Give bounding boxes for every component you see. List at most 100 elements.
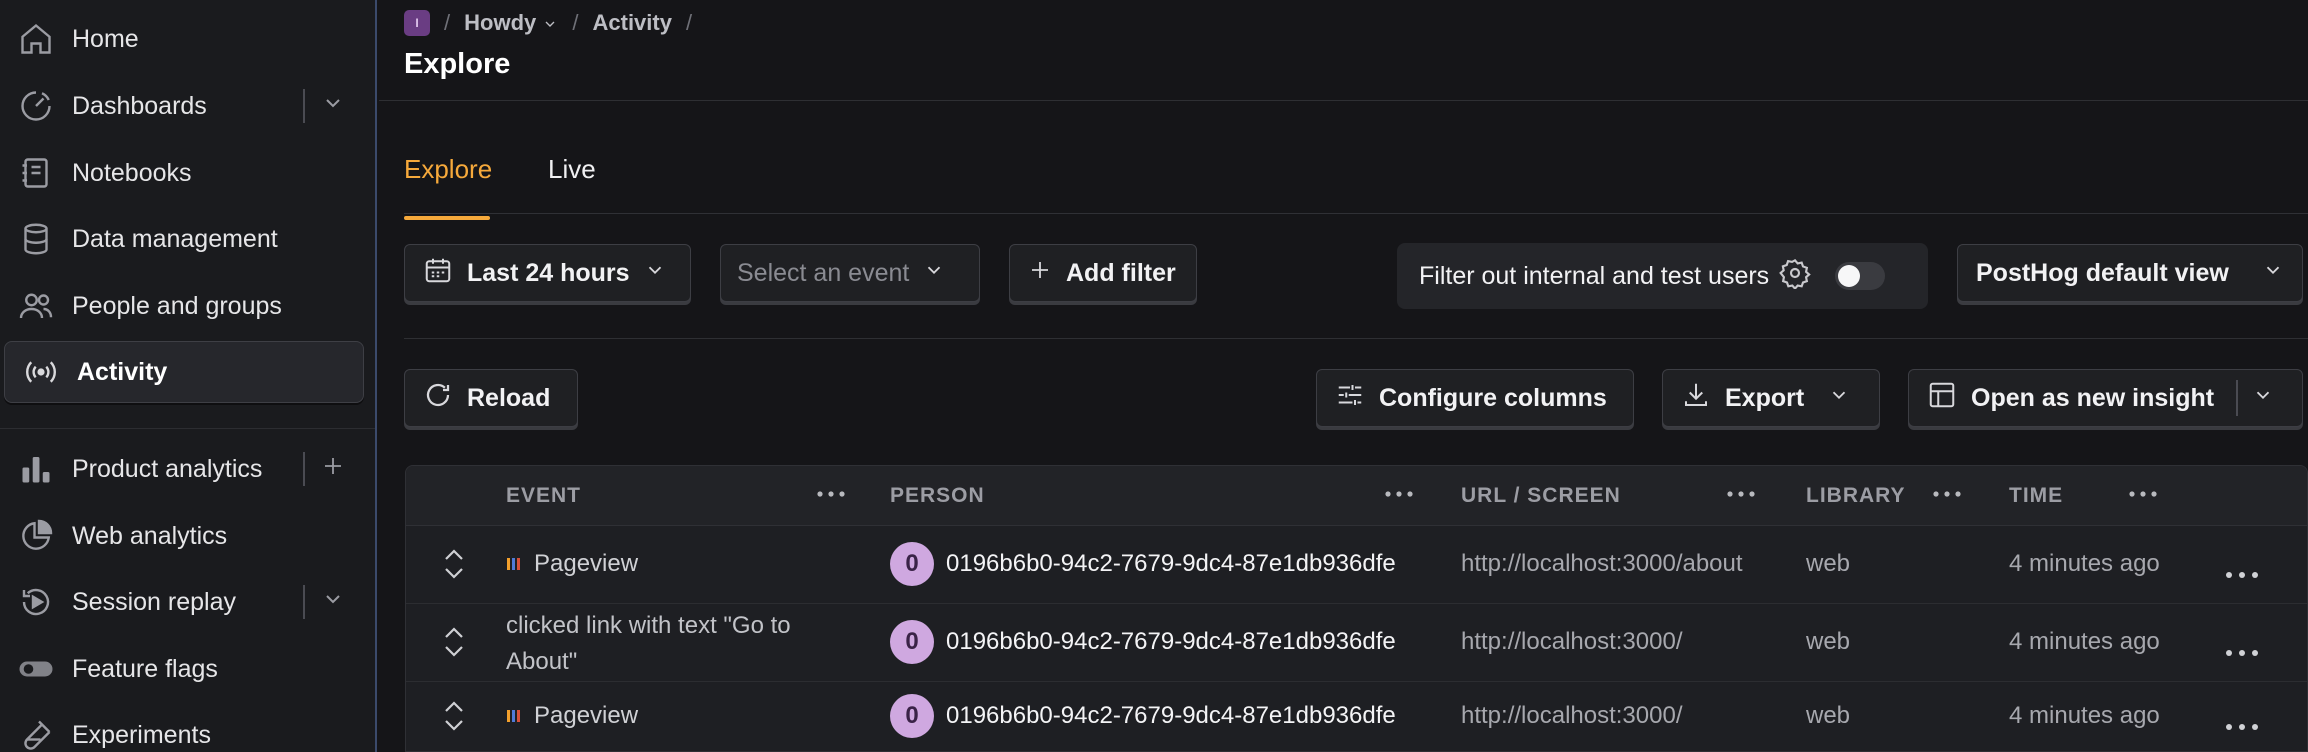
sidebar-item-label: Dashboards	[72, 91, 207, 120]
replay-icon	[16, 582, 56, 622]
sidebar-item-notebooks[interactable]: Notebooks	[0, 142, 365, 204]
export-button[interactable]: Export	[1662, 369, 1880, 427]
add-filter-button[interactable]: Add filter	[1009, 244, 1197, 302]
breadcrumb-project-label: Howdy	[464, 10, 537, 35]
date-range-select[interactable]: Last 24 hours	[404, 244, 691, 302]
sidebar-item-dashboards[interactable]: Dashboards	[0, 75, 365, 137]
row-menu-icon[interactable]	[2224, 559, 2260, 587]
event-select-placeholder: Select an event	[737, 258, 910, 287]
avatar: 0	[890, 620, 934, 664]
sidebar-item-session-replay[interactable]: Session replay	[0, 571, 365, 633]
divider	[303, 452, 305, 486]
table-row[interactable]: Pageview 0 0196b6b0-94c2-7679-9dc4-87e1d…	[406, 682, 2307, 751]
sidebar-item-label: Home	[72, 24, 139, 53]
sidebar-item-product-analytics[interactable]: Product analytics	[0, 438, 365, 500]
column-header-library[interactable]: LIBRARY	[1806, 484, 1906, 508]
configure-columns-button[interactable]: Configure columns	[1316, 369, 1634, 427]
url-cell: http://localhost:3000/about	[1461, 550, 1743, 577]
event-cell: Pageview	[506, 550, 638, 578]
divider	[303, 585, 305, 619]
table-row[interactable]: Pageview 0 0196b6b0-94c2-7679-9dc4-87e1d…	[406, 526, 2307, 604]
breadcrumb-separator: /	[685, 10, 693, 35]
library-cell: web	[1806, 702, 1851, 729]
column-header-time[interactable]: TIME	[2009, 484, 2063, 508]
row-menu-icon[interactable]	[2224, 637, 2260, 665]
sidebar-item-experiments[interactable]: Experiments	[0, 704, 365, 752]
sidebar-item-web-analytics[interactable]: Web analytics	[0, 505, 365, 567]
column-header-event[interactable]: EVENT	[506, 484, 581, 508]
internal-users-toggle[interactable]	[1835, 262, 1886, 290]
events-table: EVENT PERSON URL / SCREEN LIBRARY TIME P…	[405, 465, 2308, 752]
chevron-down-icon[interactable]	[2252, 384, 2274, 413]
column-header-url[interactable]: URL / SCREEN	[1461, 484, 1621, 508]
sidebar-item-label: Experiments	[72, 720, 211, 749]
app-root: Home Dashboards Notebooks Data managemen…	[0, 0, 2308, 752]
person-id: 0196b6b0-94c2-7679-9dc4-87e1db936dfe	[946, 628, 1396, 655]
breadcrumb-separator: /	[572, 10, 579, 35]
url-cell: http://localhost:3000/	[1461, 628, 1683, 655]
sidebar-item-activity[interactable]: Activity	[4, 341, 364, 403]
filters-divider	[404, 338, 2308, 339]
sidebar-item-people[interactable]: People and groups	[0, 275, 365, 337]
sidebar-item-label: Data management	[72, 224, 278, 253]
chevron-down-icon[interactable]	[321, 91, 345, 122]
sliders-icon	[1335, 380, 1365, 417]
tab-explore[interactable]: Explore	[404, 154, 492, 220]
library-cell: web	[1806, 628, 1851, 655]
dashboard-icon	[16, 86, 56, 126]
event-select[interactable]: Select an event	[720, 244, 980, 302]
tab-active-indicator	[404, 216, 490, 220]
column-menu-icon[interactable]	[2126, 480, 2160, 513]
table-row[interactable]: clicked link with text "Go to About" 0 0…	[406, 604, 2307, 682]
chevron-down-icon[interactable]	[321, 587, 345, 618]
sidebar-item-label: Activity	[77, 357, 168, 386]
sidebar-item-feature-flags[interactable]: Feature flags	[0, 638, 365, 700]
view-select[interactable]: PostHog default view	[1957, 244, 2303, 302]
column-menu-icon[interactable]	[1930, 480, 1964, 513]
column-menu-icon[interactable]	[814, 480, 848, 513]
person-cell[interactable]: 0 0196b6b0-94c2-7679-9dc4-87e1db936dfe	[890, 620, 1396, 664]
reload-label: Reload	[467, 383, 551, 412]
library-cell: web	[1806, 550, 1851, 577]
breadcrumb-project[interactable]: Howdy	[464, 10, 558, 36]
plus-icon	[1028, 258, 1052, 289]
row-menu-icon[interactable]	[2224, 711, 2260, 739]
person-cell[interactable]: 0 0196b6b0-94c2-7679-9dc4-87e1db936dfe	[890, 694, 1396, 738]
avatar: 0	[890, 542, 934, 586]
reload-button[interactable]: Reload	[404, 369, 578, 427]
expand-row-icon[interactable]	[441, 544, 467, 591]
event-cell: Pageview	[506, 702, 638, 730]
flask-icon	[16, 715, 56, 752]
breadcrumb: I / Howdy / Activity /	[404, 8, 692, 38]
project-badge[interactable]: I	[404, 10, 430, 36]
page-title: Explore	[404, 48, 511, 80]
pageview-icon	[507, 710, 520, 722]
chevron-down-icon	[923, 259, 945, 288]
gear-icon[interactable]	[1779, 257, 1811, 296]
chevron-down-icon	[542, 10, 558, 35]
tab-bar: Explore Live	[404, 140, 2308, 220]
home-icon	[16, 19, 56, 59]
expand-row-icon[interactable]	[441, 696, 467, 743]
divider	[303, 89, 305, 123]
event-name: Pageview	[534, 550, 639, 577]
column-header-person[interactable]: PERSON	[890, 484, 985, 508]
breadcrumb-activity[interactable]: Activity	[593, 10, 672, 36]
sidebar-item-home[interactable]: Home	[0, 8, 365, 70]
plus-icon[interactable]	[321, 454, 345, 485]
sidebar-divider	[0, 428, 375, 429]
pageview-icon	[507, 558, 520, 570]
expand-row-icon[interactable]	[441, 622, 467, 669]
column-menu-icon[interactable]	[1382, 480, 1416, 513]
tab-live[interactable]: Live	[548, 154, 596, 185]
notebook-icon	[16, 153, 56, 193]
download-icon	[1681, 380, 1711, 417]
sidebar-item-data-management[interactable]: Data management	[0, 208, 365, 270]
table-header: EVENT PERSON URL / SCREEN LIBRARY TIME	[406, 466, 2307, 526]
person-cell[interactable]: 0 0196b6b0-94c2-7679-9dc4-87e1db936dfe	[890, 542, 1396, 586]
breadcrumb-separator: /	[444, 10, 451, 35]
chevron-down-icon	[2262, 259, 2284, 288]
sidebar-item-label: Session replay	[72, 587, 236, 616]
column-menu-icon[interactable]	[1724, 480, 1758, 513]
open-as-insight-button[interactable]: Open as new insight	[1908, 369, 2303, 427]
